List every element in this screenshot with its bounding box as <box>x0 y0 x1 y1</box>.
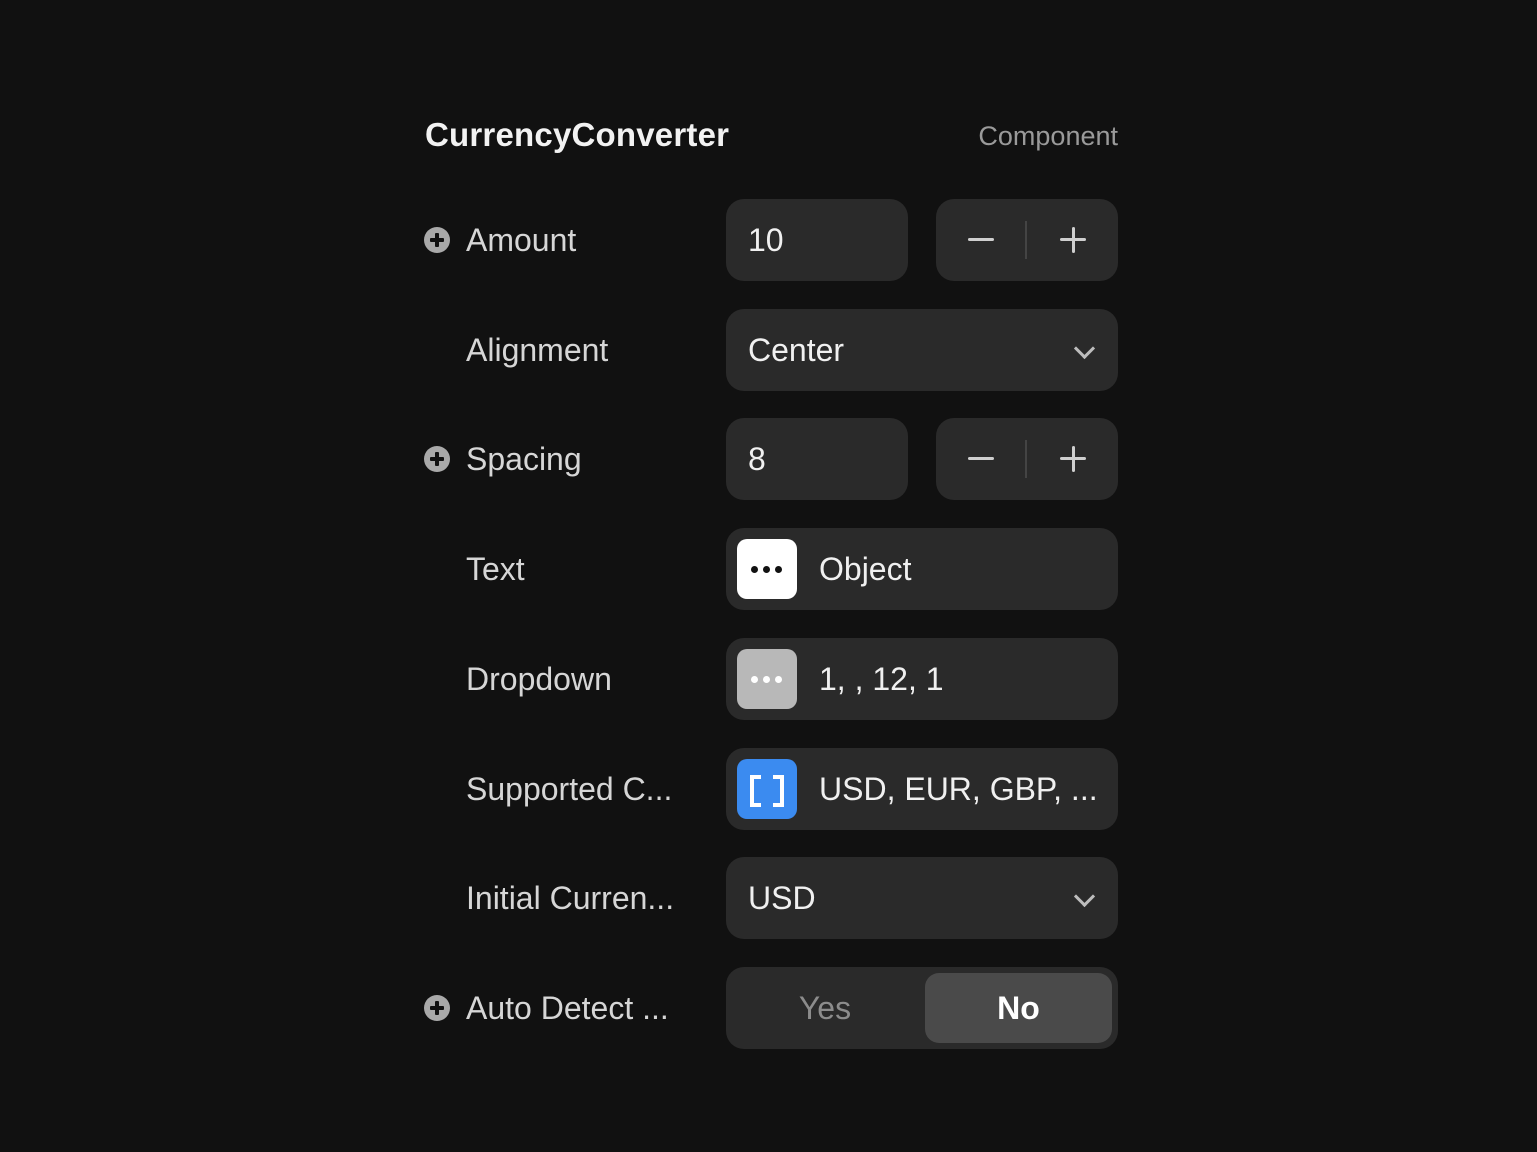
property-label: Spacing <box>466 441 582 477</box>
add-circle-icon[interactable] <box>424 446 450 472</box>
ellipsis-icon <box>737 649 797 709</box>
property-row-dropdown: Dropdown 1, , 12, 1 <box>424 638 1118 720</box>
chevron-down-icon <box>1073 337 1096 360</box>
toggle-yes-option[interactable]: Yes <box>732 973 918 1043</box>
dropdown-object-field[interactable]: 1, , 12, 1 <box>726 638 1118 720</box>
select-value: USD <box>748 880 816 916</box>
property-row-initial-currency: Initial Curren... USD <box>424 857 1118 939</box>
auto-detect-toggle: Yes No <box>726 967 1118 1049</box>
property-row-text: Text Object <box>424 528 1118 610</box>
text-object-field[interactable]: Object <box>726 528 1118 610</box>
property-row-supported-currencies: Supported C... USD, EUR, GBP, ... <box>424 748 1118 830</box>
toggle-no-option[interactable]: No <box>925 973 1112 1043</box>
increment-button[interactable] <box>1028 199 1118 281</box>
component-title: CurrencyConverter <box>425 116 730 153</box>
property-label: Text <box>466 551 525 587</box>
field-value: 1, , 12, 1 <box>819 661 944 697</box>
panel-header: CurrencyConverter Component <box>424 100 1118 170</box>
property-row-spacing: Spacing 8 <box>424 418 1118 500</box>
field-value: USD, EUR, GBP, ... <box>819 771 1098 807</box>
property-label: Initial Curren... <box>466 880 675 916</box>
amount-input[interactable]: 10 <box>726 199 908 281</box>
add-circle-icon[interactable] <box>424 995 450 1021</box>
property-row-auto-detect: Auto Detect ... Yes No <box>424 967 1118 1049</box>
decrement-button[interactable] <box>936 199 1026 281</box>
stepper-divider <box>1025 221 1027 259</box>
property-label: Alignment <box>466 332 609 368</box>
spacing-input[interactable]: 8 <box>726 418 908 500</box>
alignment-select[interactable]: Center <box>726 309 1118 391</box>
component-kind-label: Component <box>978 121 1118 151</box>
stepper-divider <box>1025 440 1027 478</box>
property-label: Amount <box>466 222 577 258</box>
property-row-amount: Amount 10 <box>424 199 1118 281</box>
property-label: Supported C... <box>466 771 673 807</box>
property-row-alignment: Alignment Center <box>424 309 1118 391</box>
initial-currency-select[interactable]: USD <box>726 857 1118 939</box>
select-value: Center <box>748 332 845 368</box>
amount-stepper <box>936 199 1118 281</box>
add-circle-icon[interactable] <box>424 227 450 253</box>
decrement-button[interactable] <box>936 418 1026 500</box>
spacing-stepper <box>936 418 1118 500</box>
field-value: Object <box>819 551 912 587</box>
properties-panel: CurrencyConverter Component Amount 10 Al… <box>424 100 1118 1049</box>
chevron-down-icon <box>1073 885 1096 908</box>
ellipsis-icon <box>737 539 797 599</box>
array-brackets-icon <box>737 759 797 819</box>
increment-button[interactable] <box>1028 418 1118 500</box>
property-label: Dropdown <box>466 661 612 697</box>
property-label: Auto Detect ... <box>466 990 669 1026</box>
supported-currencies-field[interactable]: USD, EUR, GBP, ... <box>726 748 1118 830</box>
